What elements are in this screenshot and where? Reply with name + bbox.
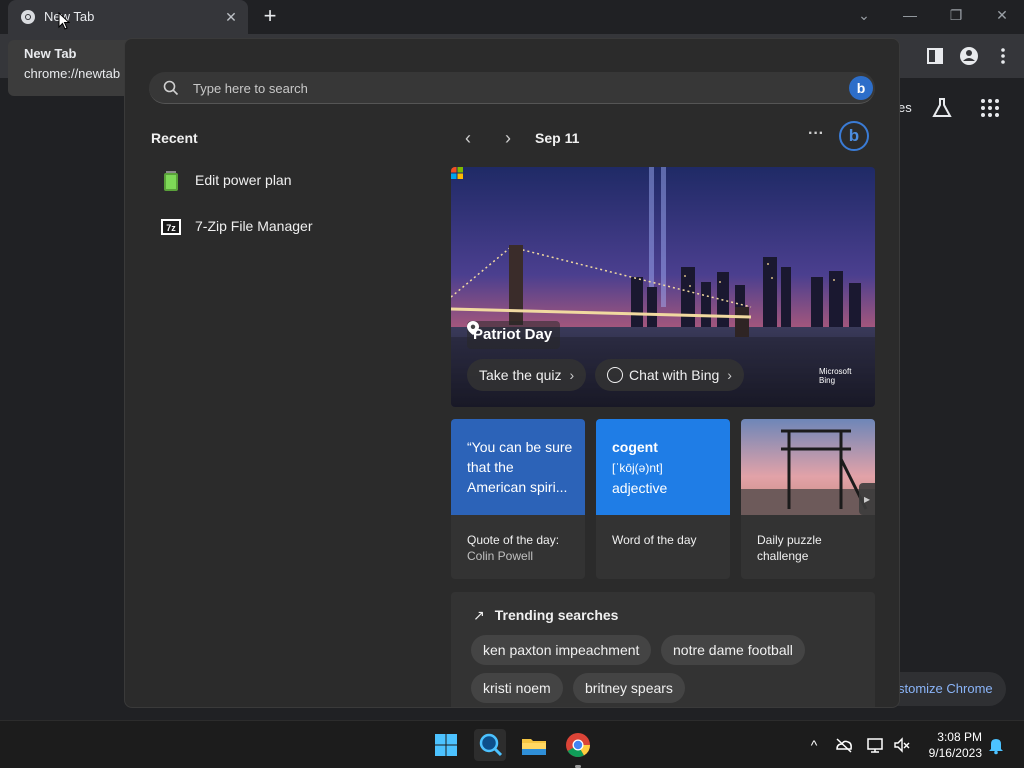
- clock-date: 9/16/2023: [928, 746, 982, 760]
- microsoft-bing-wordmark: Microsoft Bing: [819, 367, 851, 385]
- tab-new-tab[interactable]: New Tab ✕: [8, 0, 248, 34]
- word-pos: adjective: [612, 480, 668, 496]
- notification-bell-icon[interactable]: [986, 735, 1006, 755]
- quote-author: Colin Powell: [467, 549, 534, 563]
- volume-muted-icon[interactable]: [892, 735, 912, 755]
- new-tab-button[interactable]: +: [258, 5, 282, 29]
- trending-heading: ↗ Trending searches: [473, 607, 618, 624]
- take-quiz-label: Take the quiz: [479, 367, 562, 383]
- close-tab-icon[interactable]: ✕: [222, 8, 240, 26]
- 7zip-icon: 7z: [161, 219, 181, 235]
- tooltip-url: chrome://newtab: [24, 66, 121, 81]
- word-text: cogent: [612, 439, 658, 455]
- recent-item-7zip[interactable]: 7z 7-Zip File Manager: [151, 208, 411, 244]
- chevron-right-icon: ›: [569, 367, 575, 383]
- system-clock[interactable]: 3:08 PM 9/16/2023: [922, 729, 982, 761]
- menu-kebab-icon[interactable]: [992, 45, 1014, 67]
- bing-logo-icon[interactable]: b: [839, 121, 869, 151]
- search-input[interactable]: [193, 78, 813, 98]
- recent-heading: Recent: [151, 130, 198, 146]
- word-block: cogent [ˈkōj(ə)nt] adjective: [612, 437, 667, 498]
- daily-puzzle-card[interactable]: ▸ Daily puzzle challenge: [741, 419, 875, 579]
- apps-grid-icon[interactable]: [978, 96, 1002, 120]
- file-explorer-icon[interactable]: [518, 729, 550, 761]
- word-of-day-card[interactable]: cogent [ˈkōj(ə)nt] adjective Word of the…: [596, 419, 730, 579]
- trending-chip[interactable]: ken paxton impeachment: [471, 635, 652, 665]
- recent-item-edit-power-plan[interactable]: Edit power plan: [151, 162, 411, 198]
- trending-searches-panel: ↗ Trending searches ken paxton impeachmen…: [451, 592, 875, 707]
- word-card-top: cogent [ˈkōj(ə)nt] adjective: [596, 419, 730, 515]
- take-quiz-button[interactable]: Take the quiz ›: [467, 359, 587, 391]
- windows-search-flyout: b Recent Edit power plan 7z 7-Zip File M…: [124, 38, 900, 708]
- previous-day-button[interactable]: ‹: [457, 127, 479, 149]
- windows-taskbar: ^ 3:08 PM 9/16/2023: [0, 720, 1024, 768]
- quote-of-day-card[interactable]: “You can be sure that the American spiri…: [451, 419, 585, 579]
- chevron-up-icon[interactable]: ^: [804, 735, 824, 755]
- search-box[interactable]: b: [149, 72, 875, 104]
- tab-strip: New Tab ✕ + ⌄ — ❐ ✕: [0, 0, 1024, 34]
- clock-time: 3:08 PM: [937, 730, 982, 744]
- trending-heading-text: Trending searches: [494, 607, 619, 623]
- lifeguard-tower-image: [741, 419, 875, 515]
- next-day-button[interactable]: ›: [497, 127, 519, 149]
- search-icon: [479, 733, 503, 757]
- close-window-button[interactable]: ✕: [988, 4, 1016, 26]
- ms-line2: Bing: [819, 376, 836, 385]
- recent-item-label: Edit power plan: [195, 172, 292, 188]
- quote-card-top: “You can be sure that the American spiri…: [451, 419, 585, 515]
- tab-search-icon[interactable]: ⌄: [850, 4, 878, 26]
- quote-text: “You can be sure that the American spiri…: [467, 439, 573, 495]
- mouse-cursor-icon: [58, 12, 70, 30]
- recent-item-label: 7-Zip File Manager: [195, 218, 313, 234]
- chrome-taskbar-icon[interactable]: [562, 729, 594, 761]
- trending-chip[interactable]: kristi noem: [471, 673, 563, 703]
- trending-chip[interactable]: notre dame football: [661, 635, 805, 665]
- word-phonetic: [ˈkōj(ə)nt]: [612, 461, 663, 475]
- chat-bubble-icon: [607, 367, 623, 383]
- minimize-button[interactable]: —: [896, 4, 924, 26]
- quote-caption: Quote of the day:: [467, 533, 560, 547]
- windows-start-icon[interactable]: [430, 729, 462, 761]
- labs-flask-icon[interactable]: [930, 96, 954, 120]
- onedrive-icon[interactable]: [834, 735, 854, 755]
- tooltip-title: New Tab: [24, 46, 77, 61]
- puzzle-caption-line2: challenge: [757, 549, 809, 563]
- bing-chat-icon[interactable]: b: [849, 76, 873, 100]
- profile-icon[interactable]: [958, 45, 980, 67]
- microsoft-logo-icon: [451, 167, 463, 179]
- chrome-icon: [21, 10, 35, 24]
- chevron-right-icon: ›: [727, 367, 732, 383]
- taskbar-search-button[interactable]: [474, 729, 506, 761]
- restore-button[interactable]: ❐: [942, 4, 970, 26]
- ms-line1: Microsoft: [819, 367, 852, 376]
- trending-chip[interactable]: britney spears: [573, 673, 685, 703]
- hero-image-card[interactable]: Patriot Day Take the quiz › Chat with Bin…: [451, 167, 875, 407]
- network-icon[interactable]: [866, 735, 886, 755]
- hero-title: Patriot Day: [467, 321, 561, 349]
- trending-arrow-icon: ↗: [473, 607, 485, 623]
- chat-with-bing-label: Chat with Bing: [629, 367, 720, 383]
- search-icon: [163, 80, 179, 96]
- shortcut-link-partial[interactable]: es: [898, 100, 912, 115]
- chat-with-bing-button[interactable]: Chat with Bing ›: [595, 359, 744, 391]
- more-options-button[interactable]: ···: [805, 125, 827, 147]
- location-pin-icon: [467, 321, 479, 335]
- battery-icon: [164, 171, 178, 191]
- carousel-next-button[interactable]: ▸: [859, 483, 875, 515]
- svg-text:7z: 7z: [166, 223, 176, 233]
- puzzle-caption: Daily puzzle: [757, 533, 822, 547]
- side-panel-icon[interactable]: [924, 45, 946, 67]
- hero-title-text: Patriot Day: [473, 326, 553, 343]
- current-date: Sep 11: [535, 130, 580, 146]
- word-caption: Word of the day: [612, 533, 697, 547]
